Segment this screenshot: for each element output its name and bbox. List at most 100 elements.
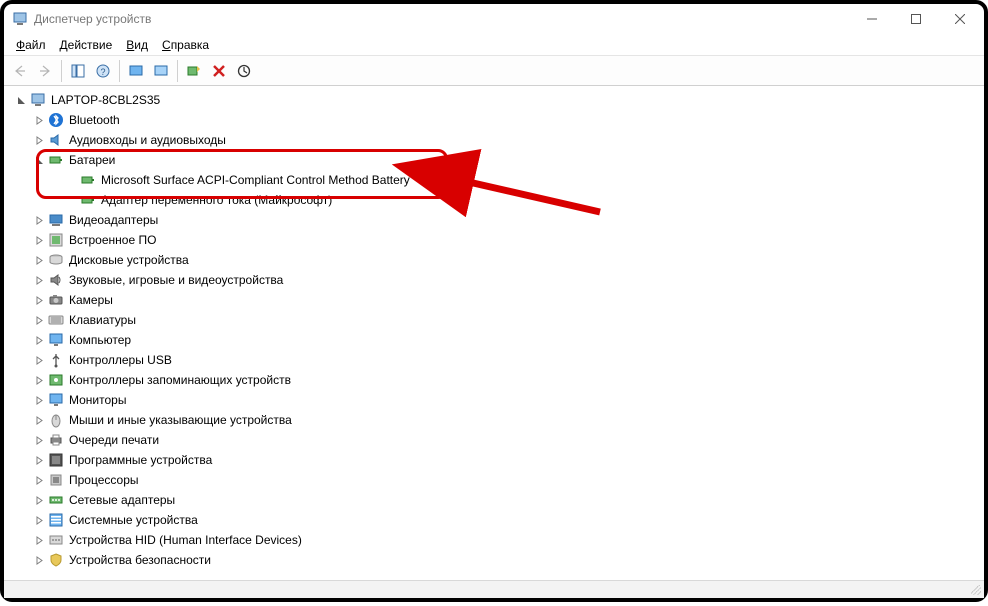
expand-chevron-icon[interactable]: [32, 253, 46, 267]
toolbar-view-mode-1[interactable]: [124, 59, 148, 83]
toolbar-back[interactable]: [8, 59, 32, 83]
svg-text:?: ?: [100, 67, 105, 77]
toolbar: ?: [4, 56, 984, 86]
tree-category[interactable]: Компьютер: [12, 330, 984, 350]
toolbar-forward[interactable]: [33, 59, 57, 83]
titlebar: Диспетчер устройств: [4, 4, 984, 34]
tree-item-label: Контроллеры запоминающих устройств: [69, 373, 291, 387]
expand-chevron-icon[interactable]: [32, 213, 46, 227]
expand-chevron-icon[interactable]: [32, 273, 46, 287]
expand-chevron-icon[interactable]: [32, 393, 46, 407]
expand-chevron-icon[interactable]: [32, 453, 46, 467]
menu-help[interactable]: Справка: [156, 36, 215, 54]
tree-category[interactable]: Программные устройства: [12, 450, 984, 470]
tree-category[interactable]: Камеры: [12, 290, 984, 310]
tree-category[interactable]: Звуковые, игровые и видеоустройства: [12, 270, 984, 290]
tree-category[interactable]: Клавиатуры: [12, 310, 984, 330]
app-icon: [12, 11, 28, 27]
menu-action[interactable]: Действие: [54, 36, 119, 54]
disk-icon: [48, 252, 64, 268]
expand-chevron-icon[interactable]: [32, 233, 46, 247]
tree-category[interactable]: Процессоры: [12, 470, 984, 490]
expand-chevron-icon[interactable]: [32, 533, 46, 547]
tree-item-label: Адаптер переменного тока (Майкрософт): [101, 193, 332, 207]
expand-chevron-icon[interactable]: [32, 493, 46, 507]
expand-chevron-icon[interactable]: [32, 313, 46, 327]
audio-io-icon: [48, 132, 64, 148]
tree-item-label: Сетевые адаптеры: [69, 493, 175, 507]
tree-item-label: Аудиовходы и аудиовыходы: [69, 133, 226, 147]
expand-chevron-icon[interactable]: [32, 553, 46, 567]
expand-chevron-icon: [64, 173, 78, 187]
maximize-button[interactable]: [894, 5, 938, 33]
device-tree[interactable]: LAPTOP-8CBL2S35 Bluetooth Аудиовходы и ауд…: [4, 86, 984, 580]
minimize-button[interactable]: [850, 5, 894, 33]
menu-file[interactable]: Файл: [10, 36, 52, 54]
expand-chevron-icon[interactable]: [32, 473, 46, 487]
tree-item-label: Встроенное ПО: [69, 233, 156, 247]
tree-item-label: Мониторы: [69, 393, 126, 407]
tree-item-label: Звуковые, игровые и видеоустройства: [69, 273, 283, 287]
storage-ctrl-icon: [48, 372, 64, 388]
expand-chevron-icon[interactable]: [32, 113, 46, 127]
tree-item-label: Системные устройства: [69, 513, 198, 527]
tree-leaf[interactable]: Адаптер переменного тока (Майкрософт): [12, 190, 984, 210]
tree-category[interactable]: Аудиовходы и аудиовыходы: [12, 130, 984, 150]
tree-category[interactable]: Мыши и иные указывающие устройства: [12, 410, 984, 430]
tree-category[interactable]: Сетевые адаптеры: [12, 490, 984, 510]
tree-item-label: Устройства HID (Human Interface Devices): [69, 533, 302, 547]
tree-category[interactable]: Очереди печати: [12, 430, 984, 450]
tree-item-label: Очереди печати: [69, 433, 159, 447]
tree-item-label: Bluetooth: [69, 113, 120, 127]
network-icon: [48, 492, 64, 508]
tree-category[interactable]: Контроллеры USB: [12, 350, 984, 370]
security-icon: [48, 552, 64, 568]
expand-chevron-icon[interactable]: [14, 93, 28, 107]
expand-chevron-icon[interactable]: [32, 333, 46, 347]
tree-category[interactable]: Системные устройства: [12, 510, 984, 530]
toolbar-update-driver[interactable]: [232, 59, 256, 83]
cpu-icon: [48, 472, 64, 488]
expand-chevron-icon[interactable]: [32, 413, 46, 427]
tree-category[interactable]: Контроллеры запоминающих устройств: [12, 370, 984, 390]
expand-chevron-icon[interactable]: [32, 153, 46, 167]
tree-category[interactable]: Видеоадаптеры: [12, 210, 984, 230]
tree-category[interactable]: Мониторы: [12, 390, 984, 410]
tree-category[interactable]: Встроенное ПО: [12, 230, 984, 250]
expand-chevron-icon[interactable]: [32, 353, 46, 367]
tree-root[interactable]: LAPTOP-8CBL2S35: [12, 90, 984, 110]
software-dev-icon: [48, 452, 64, 468]
hid-icon: [48, 532, 64, 548]
expand-chevron-icon[interactable]: [32, 433, 46, 447]
display-adapter-icon: [48, 212, 64, 228]
toolbar-show-hide-tree[interactable]: [66, 59, 90, 83]
tree-item-label: Клавиатуры: [69, 313, 136, 327]
tree-item-label: Контроллеры USB: [69, 353, 172, 367]
tree-category[interactable]: Bluetooth: [12, 110, 984, 130]
window-title: Диспетчер устройств: [34, 12, 850, 26]
tree-item-label: Дисковые устройства: [69, 253, 189, 267]
computer-icon: [30, 92, 46, 108]
tree-category[interactable]: Батареи: [12, 150, 984, 170]
tree-leaf[interactable]: Microsoft Surface ACPI-Compliant Control…: [12, 170, 984, 190]
toolbar-scan-hardware[interactable]: [182, 59, 206, 83]
tree-category[interactable]: Дисковые устройства: [12, 250, 984, 270]
tree-item-label: Компьютер: [69, 333, 131, 347]
expand-chevron-icon[interactable]: [32, 373, 46, 387]
tree-category[interactable]: Устройства HID (Human Interface Devices): [12, 530, 984, 550]
expand-chevron-icon[interactable]: [32, 133, 46, 147]
toolbar-view-mode-2[interactable]: [149, 59, 173, 83]
usb-icon: [48, 352, 64, 368]
tree-item-label: Батареи: [69, 153, 115, 167]
close-button[interactable]: [938, 5, 982, 33]
tree-item-label: Программные устройства: [69, 453, 212, 467]
toolbar-help[interactable]: ?: [91, 59, 115, 83]
toolbar-uninstall[interactable]: [207, 59, 231, 83]
tree-item-label: Процессоры: [69, 473, 139, 487]
sound-icon: [48, 272, 64, 288]
expand-chevron-icon[interactable]: [32, 513, 46, 527]
expand-chevron-icon[interactable]: [32, 293, 46, 307]
menu-view[interactable]: Вид: [120, 36, 154, 54]
tree-category[interactable]: Устройства безопасности: [12, 550, 984, 570]
monitor-icon: [48, 332, 64, 348]
